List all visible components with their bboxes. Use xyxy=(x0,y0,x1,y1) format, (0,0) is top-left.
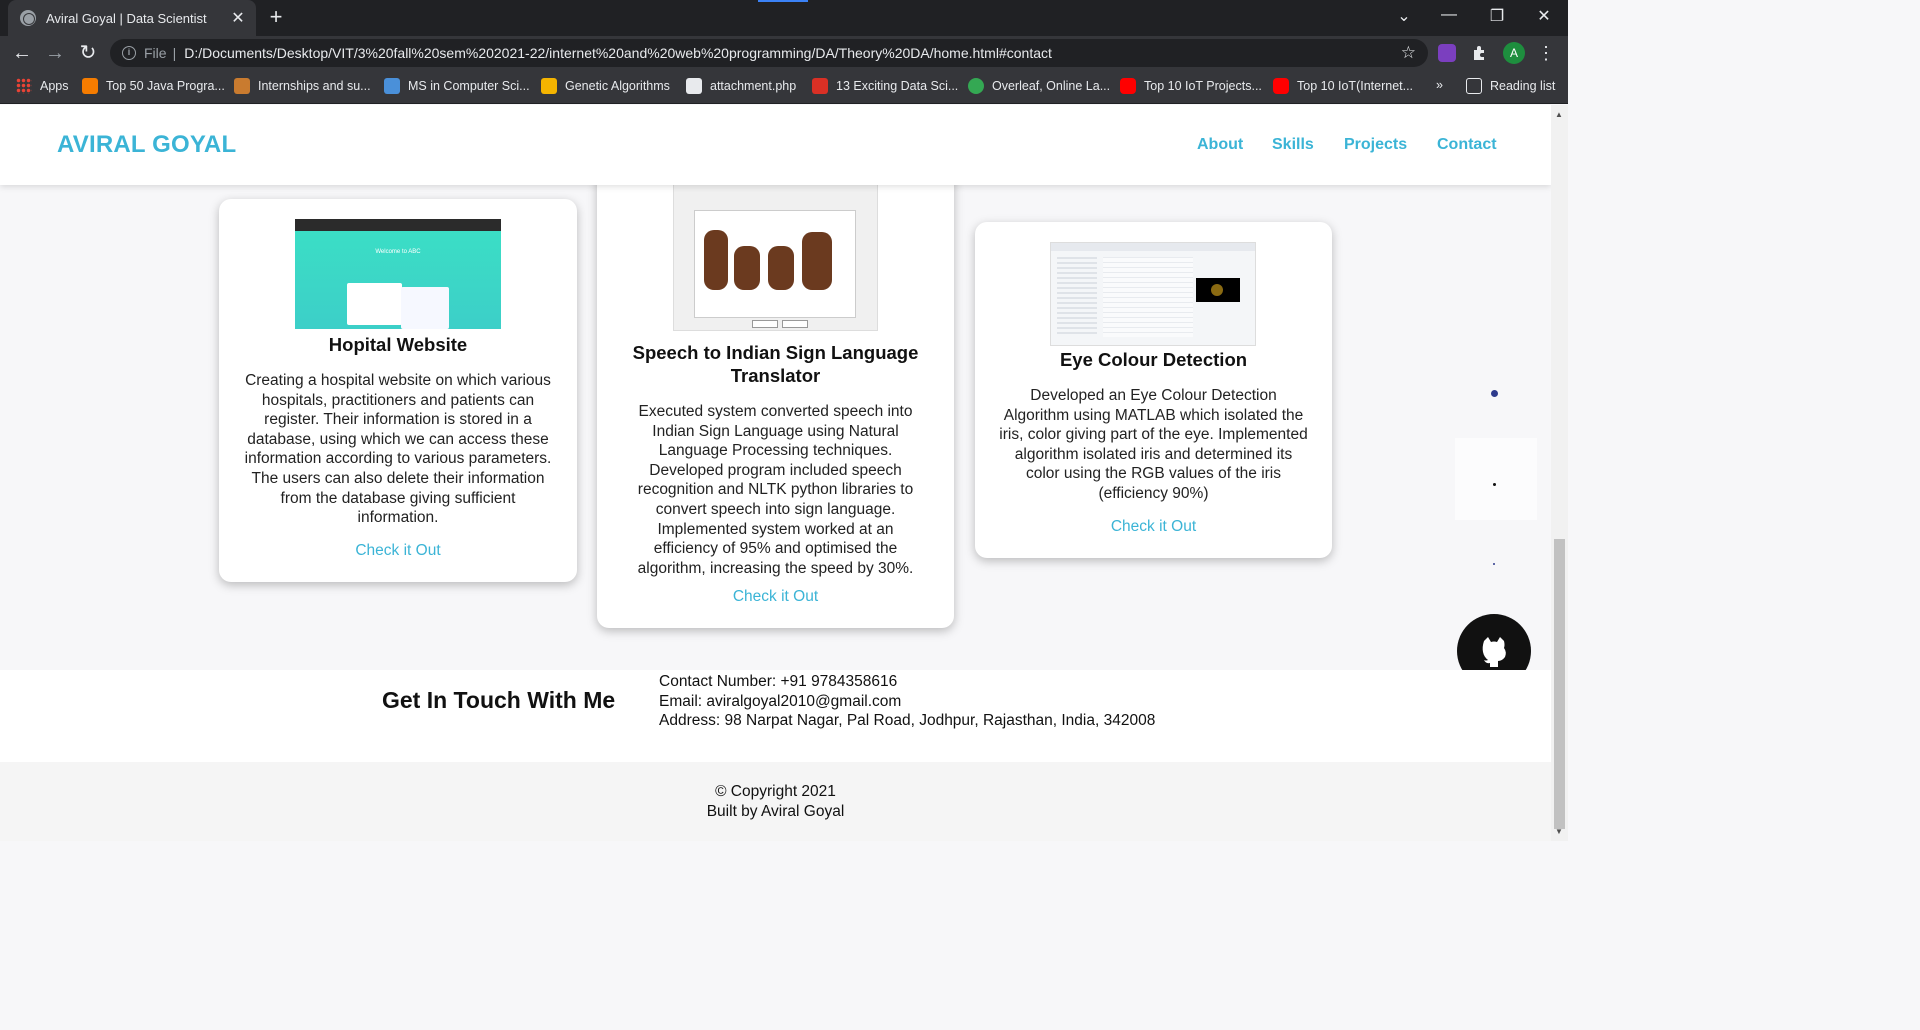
bookmark-apps[interactable]: Apps xyxy=(16,78,69,94)
hand-sign-icon xyxy=(734,246,760,290)
blogger-icon xyxy=(82,78,98,94)
reload-button[interactable]: ↻ xyxy=(76,42,100,64)
browser-tab-active[interactable]: Aviral Goyal | Data Scientist ✕ xyxy=(8,0,256,36)
forward-button[interactable]: → xyxy=(43,42,67,64)
project-description: Executed system converted speech into In… xyxy=(637,403,914,577)
globe-icon xyxy=(20,10,36,26)
puzzle-icon xyxy=(541,78,557,94)
project-description: Creating a hospital website on which var… xyxy=(244,372,552,527)
nav-link-projects[interactable]: Projects xyxy=(1344,136,1407,154)
bookmark-item[interactable]: 13 Exciting Data Sci... xyxy=(812,78,958,94)
check-it-out-link[interactable]: Check it Out xyxy=(219,542,577,560)
tab-close-icon[interactable]: ✕ xyxy=(230,8,246,28)
bookmark-item[interactable]: Top 50 Java Progra... xyxy=(82,78,225,94)
url-scheme: File xyxy=(144,45,167,61)
tab-search-button[interactable]: ⌄ xyxy=(1392,6,1416,26)
nav-link-about[interactable]: About xyxy=(1197,136,1243,154)
tab-title: Aviral Goyal | Data Scientist xyxy=(46,10,207,26)
contact-section: Get In Touch With Me Contact Number: +91… xyxy=(0,670,1551,762)
project-title: Hopital Website xyxy=(328,334,468,355)
project-card-sign-language: Speech to Indian Sign Language Translato… xyxy=(597,155,954,628)
project-title: Speech to Indian Sign Language Translato… xyxy=(632,342,919,386)
new-tab-button[interactable]: + xyxy=(266,6,286,28)
leaf-icon xyxy=(968,78,984,94)
shield-icon xyxy=(384,78,400,94)
contact-details: Contact Number: +91 9784358616 Email: av… xyxy=(659,672,1155,731)
section-dot-active[interactable] xyxy=(1491,390,1498,397)
scrollbar-thumb[interactable] xyxy=(1554,539,1565,829)
bookmark-item[interactable]: Top 10 IoT(Internet... xyxy=(1273,78,1413,94)
bookmarks-overflow-button[interactable]: » xyxy=(1436,78,1443,92)
reading-list-icon xyxy=(1466,78,1482,94)
url-text[interactable]: D:/Documents/Desktop/VIT/3%20fall%20sem%… xyxy=(184,45,1052,61)
footer-copyright: © Copyright 2021 xyxy=(715,783,836,800)
analytics-icon xyxy=(812,78,828,94)
github-octocat-icon xyxy=(1482,637,1506,667)
youtube-icon xyxy=(1120,78,1136,94)
check-it-out-link[interactable]: Check it Out xyxy=(975,518,1332,536)
extension-icon[interactable] xyxy=(1438,44,1456,62)
apps-grid-icon xyxy=(16,78,32,94)
eye-icon xyxy=(1211,284,1223,296)
section-dot[interactable] xyxy=(1493,563,1495,565)
profile-avatar[interactable]: A xyxy=(1503,42,1525,64)
project-description: Developed an Eye Colour Detection Algori… xyxy=(999,387,1308,502)
bookmarks-bar: Apps Top 50 Java Progra... Internships a… xyxy=(0,70,1568,104)
browser-tab-strip: Aviral Goyal | Data Scientist ✕ + ⌄ — ❐ … xyxy=(0,0,1568,36)
building-icon xyxy=(234,78,250,94)
check-it-out-link[interactable]: Check it Out xyxy=(597,588,954,606)
project-card-eye-colour: Eye Colour Detection Developed an Eye Co… xyxy=(975,222,1332,558)
address-bar[interactable]: i File | D:/Documents/Desktop/VIT/3%20fa… xyxy=(110,39,1428,67)
site-footer: © Copyright 2021 Built by Aviral Goyal xyxy=(0,762,1551,841)
restore-button[interactable]: ❐ xyxy=(1485,6,1509,26)
page-scrollbar[interactable]: ▲ ▼ xyxy=(1551,105,1568,841)
tab-loading-indicator xyxy=(758,0,808,2)
contact-address: Address: 98 Narpat Nagar, Pal Road, Jodh… xyxy=(659,712,1156,730)
reading-list-button[interactable]: Reading list xyxy=(1466,78,1555,94)
section-dot[interactable] xyxy=(1493,483,1496,486)
browser-toolbar: ← → ↻ i File | D:/Documents/Desktop/VIT/… xyxy=(0,36,1568,70)
youtube-icon xyxy=(1273,78,1289,94)
scroll-up-arrow-icon[interactable]: ▲ xyxy=(1555,110,1563,119)
hand-sign-icon xyxy=(802,232,832,290)
back-button[interactable]: ← xyxy=(10,42,34,64)
browser-menu-button[interactable]: ⋮ xyxy=(1534,42,1558,64)
nav-link-skills[interactable]: Skills xyxy=(1272,136,1314,154)
nav-link-contact[interactable]: Contact xyxy=(1437,136,1497,154)
info-icon[interactable]: i xyxy=(122,46,136,60)
close-window-button[interactable]: ✕ xyxy=(1532,6,1556,26)
project-card-hospital: Welcome to ABC Hopital Website Creating … xyxy=(219,199,577,582)
bookmark-item[interactable]: attachment.php xyxy=(686,78,796,94)
site-brand-logo[interactable]: AVIRAL GOYAL xyxy=(57,131,236,159)
bookmark-item[interactable]: MS in Computer Sci... xyxy=(384,78,530,94)
contact-email: Email: aviralgoyal2010@gmail.com xyxy=(659,692,902,710)
section-dot-box xyxy=(1455,438,1537,520)
hand-sign-icon xyxy=(704,230,728,290)
bookmark-item[interactable]: Internships and su... xyxy=(234,78,371,94)
footer-built-by: Built by Aviral Goyal xyxy=(706,802,845,820)
minimize-button[interactable]: — xyxy=(1437,6,1461,24)
scroll-down-arrow-icon[interactable]: ▼ xyxy=(1555,827,1563,836)
puzzle-extensions-icon[interactable] xyxy=(1471,44,1489,62)
vtop-icon xyxy=(686,78,702,94)
site-header: AVIRAL GOYAL About Skills Projects Conta… xyxy=(0,105,1551,185)
hand-sign-icon xyxy=(768,246,794,290)
bookmark-item[interactable]: Top 10 IoT Projects... xyxy=(1120,78,1262,94)
url-separator: | xyxy=(172,45,177,61)
bookmark-item[interactable]: Genetic Algorithms xyxy=(541,78,670,94)
contact-heading: Get In Touch With Me xyxy=(382,687,616,713)
project-image-eye-colour xyxy=(1050,242,1256,346)
project-title: Eye Colour Detection xyxy=(1059,349,1248,370)
bookmark-item[interactable]: Overleaf, Online La... xyxy=(968,78,1110,94)
project-image-hospital: Welcome to ABC xyxy=(295,219,501,329)
project-image-caption: Welcome to ABC xyxy=(375,249,421,255)
page-viewport: Welcome to ABC Hopital Website Creating … xyxy=(0,105,1551,841)
bookmark-star-icon[interactable]: ☆ xyxy=(1401,43,1416,63)
contact-phone: Contact Number: +91 9784358616 xyxy=(659,673,898,690)
project-image-sign-language xyxy=(673,181,878,331)
